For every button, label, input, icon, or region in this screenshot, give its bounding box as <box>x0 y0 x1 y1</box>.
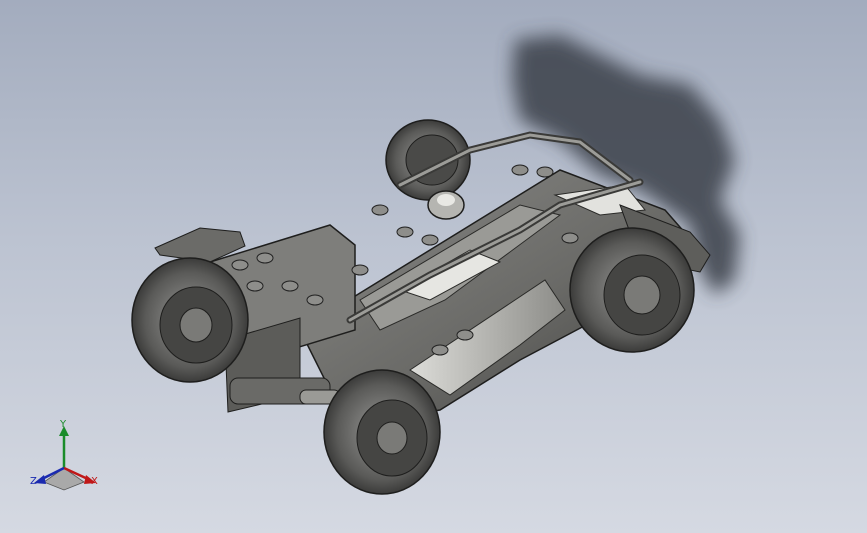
cockpit-dome <box>427 190 465 220</box>
model-scene[interactable] <box>0 0 867 533</box>
wheel-rear-left <box>131 257 249 383</box>
wheel-front-left <box>323 369 441 495</box>
y-axis-label: Y <box>60 419 67 430</box>
wheel-front-right <box>569 227 695 353</box>
cad-viewport[interactable]: Y X Z <box>0 0 867 533</box>
axis-triad: Y X Z <box>24 418 108 498</box>
rear-axle <box>229 377 341 405</box>
x-axis-label: X <box>91 476 98 487</box>
z-axis-label: Z <box>30 476 37 487</box>
